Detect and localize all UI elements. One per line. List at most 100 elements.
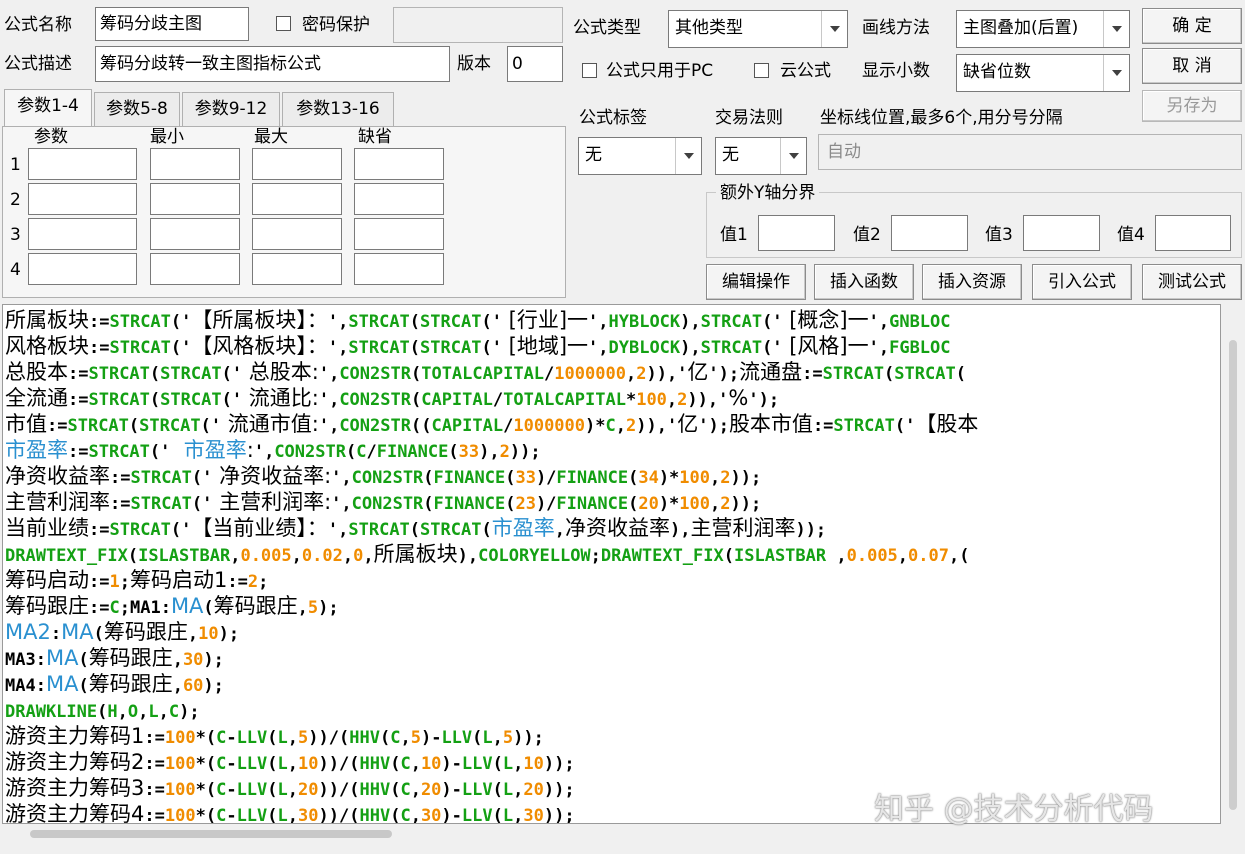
code-token: ( bbox=[481, 520, 492, 540]
code-token: 主营利润率: bbox=[212, 490, 332, 514]
code-token: : bbox=[246, 438, 254, 462]
formula-name-input[interactable]: 筹码分歧主图 bbox=[95, 7, 249, 41]
code-token: ( bbox=[267, 780, 278, 800]
value1-label: 值1 bbox=[720, 225, 748, 245]
code-line: 所属板块:=STRCAT('【所属板块】：',STRCAT(STRCAT(' [… bbox=[5, 307, 951, 333]
param-min-input[interactable] bbox=[150, 148, 240, 180]
param-max-input[interactable] bbox=[252, 183, 342, 215]
decimals-select[interactable]: 缺省位数 bbox=[956, 54, 1130, 92]
code-token: ', bbox=[588, 312, 609, 332]
code-token: )* bbox=[585, 416, 606, 436]
code-token: C bbox=[605, 416, 616, 436]
param-max-input[interactable] bbox=[252, 218, 342, 250]
code-token: 当前业绩 bbox=[5, 516, 89, 540]
value3-input[interactable] bbox=[1023, 215, 1100, 251]
code-token: 流通盘 bbox=[739, 360, 803, 384]
value1-input[interactable] bbox=[758, 215, 835, 251]
code-token: 5 bbox=[410, 728, 421, 748]
tab-params-5-8[interactable]: 参数5-8 bbox=[94, 92, 180, 126]
chevron-down-icon[interactable] bbox=[1103, 11, 1129, 47]
param-default-input[interactable] bbox=[354, 183, 444, 215]
code-token: 100 bbox=[164, 754, 196, 774]
trade-rule-value: 无 bbox=[722, 145, 739, 165]
code-token: , bbox=[230, 546, 241, 566]
code-token: 33 bbox=[515, 468, 536, 488]
code-token: COLORYELLOW bbox=[478, 546, 591, 566]
code-token: )- bbox=[441, 780, 462, 800]
code-token: )/ bbox=[535, 468, 557, 488]
param-name-input[interactable] bbox=[28, 183, 137, 215]
code-token: ; bbox=[258, 572, 269, 592]
code-token: ', bbox=[327, 520, 349, 540]
code-token: 市盈率 bbox=[5, 438, 68, 462]
value4-input[interactable] bbox=[1155, 215, 1231, 251]
param-name-input[interactable] bbox=[28, 148, 137, 180]
code-line: 当前业绩:=STRCAT('【当前业绩】：',STRCAT(STRCAT(市盈率… bbox=[5, 515, 826, 541]
formula-desc-input[interactable]: 筹码分歧转一致主图指标公式 bbox=[95, 46, 450, 82]
code-token: := bbox=[144, 754, 165, 774]
draw-method-select[interactable]: 主图叠加(后置) bbox=[956, 10, 1130, 48]
code-token: MA bbox=[61, 620, 94, 644]
pc-only-checkbox[interactable] bbox=[582, 63, 597, 78]
code-token: 33 bbox=[458, 442, 480, 462]
code-token: ))/( bbox=[318, 780, 360, 800]
test-formula-button[interactable]: 测试公式 bbox=[1142, 264, 1242, 300]
value3-label: 值3 bbox=[985, 225, 1013, 245]
code-token: ( bbox=[203, 598, 214, 618]
param-row-index: 2 bbox=[10, 190, 21, 210]
code-token: STRCAT bbox=[822, 364, 885, 384]
code-token: CON2STR bbox=[339, 416, 411, 436]
import-formula-button[interactable]: 引入公式 bbox=[1032, 264, 1132, 300]
param-default-input[interactable] bbox=[354, 253, 444, 285]
param-min-input[interactable] bbox=[150, 218, 240, 250]
code-line: 游资主力筹码4:=100*(C-LLV(L,30))/(HHV(C,30)-LL… bbox=[5, 801, 575, 824]
formula-code-editor[interactable]: 所属板块:=STRCAT('【所属板块】：',STRCAT(STRCAT(' [… bbox=[2, 304, 1221, 824]
formula-tag-label: 公式标签 bbox=[579, 108, 647, 128]
code-token: , bbox=[513, 754, 524, 774]
insert-function-button[interactable]: 插入函数 bbox=[814, 264, 914, 300]
version-input[interactable]: 0 bbox=[507, 46, 563, 82]
code-token: ( bbox=[267, 806, 278, 824]
coord-lines-input[interactable]: 自动 bbox=[818, 134, 1242, 170]
code-token: ( bbox=[492, 780, 503, 800]
tab-params-13-16[interactable]: 参数13-16 bbox=[282, 92, 394, 126]
trade-rule-select[interactable]: 无 bbox=[715, 137, 807, 175]
formula-type-label: 公式类型 bbox=[573, 18, 641, 38]
code-token: LLV bbox=[461, 806, 493, 824]
code-token: (' bbox=[762, 312, 783, 332]
param-max-input[interactable] bbox=[252, 253, 342, 285]
code-token: C bbox=[390, 728, 401, 748]
param-default-input[interactable] bbox=[354, 148, 444, 180]
code-token: , bbox=[492, 728, 503, 748]
horizontal-scroll-thumb[interactable] bbox=[30, 830, 392, 838]
tab-params-1-4[interactable]: 参数1-4 bbox=[4, 89, 92, 127]
insert-resource-button[interactable]: 插入资源 bbox=[922, 264, 1022, 300]
param-name-input[interactable] bbox=[28, 218, 137, 250]
param-min-input[interactable] bbox=[150, 253, 240, 285]
vertical-scroll-thumb[interactable] bbox=[1229, 340, 1237, 810]
code-token: ( bbox=[505, 494, 516, 514]
code-token: 100 bbox=[164, 728, 196, 748]
chevron-down-icon[interactable] bbox=[821, 11, 847, 47]
formula-type-select[interactable]: 其他类型 bbox=[668, 10, 848, 48]
param-min-input[interactable] bbox=[150, 183, 240, 215]
code-token: , bbox=[363, 546, 374, 566]
code-token: ( bbox=[345, 442, 357, 462]
code-line: 游资主力筹码2:=100*(C-LLV(L,10))/(HHV(C,10)-LL… bbox=[5, 749, 575, 775]
value2-input[interactable] bbox=[891, 215, 968, 251]
chevron-down-icon[interactable] bbox=[780, 138, 806, 174]
edit-ops-button[interactable]: 编辑操作 bbox=[706, 264, 806, 300]
param-default-input[interactable] bbox=[354, 218, 444, 250]
password-protect-checkbox[interactable] bbox=[276, 16, 291, 31]
chevron-down-icon[interactable] bbox=[1103, 55, 1129, 91]
param-name-input[interactable] bbox=[28, 253, 137, 285]
cloud-formula-checkbox[interactable] bbox=[754, 63, 769, 78]
ok-button[interactable]: 确 定 bbox=[1142, 8, 1242, 44]
formula-tag-select[interactable]: 无 bbox=[578, 137, 702, 175]
tab-params-9-12[interactable]: 参数9-12 bbox=[182, 92, 280, 126]
param-max-input[interactable] bbox=[252, 148, 342, 180]
cancel-button[interactable]: 取 消 bbox=[1142, 48, 1242, 84]
code-token: := bbox=[144, 728, 165, 748]
chevron-down-icon[interactable] bbox=[675, 138, 701, 174]
code-token: )/ bbox=[535, 494, 557, 514]
